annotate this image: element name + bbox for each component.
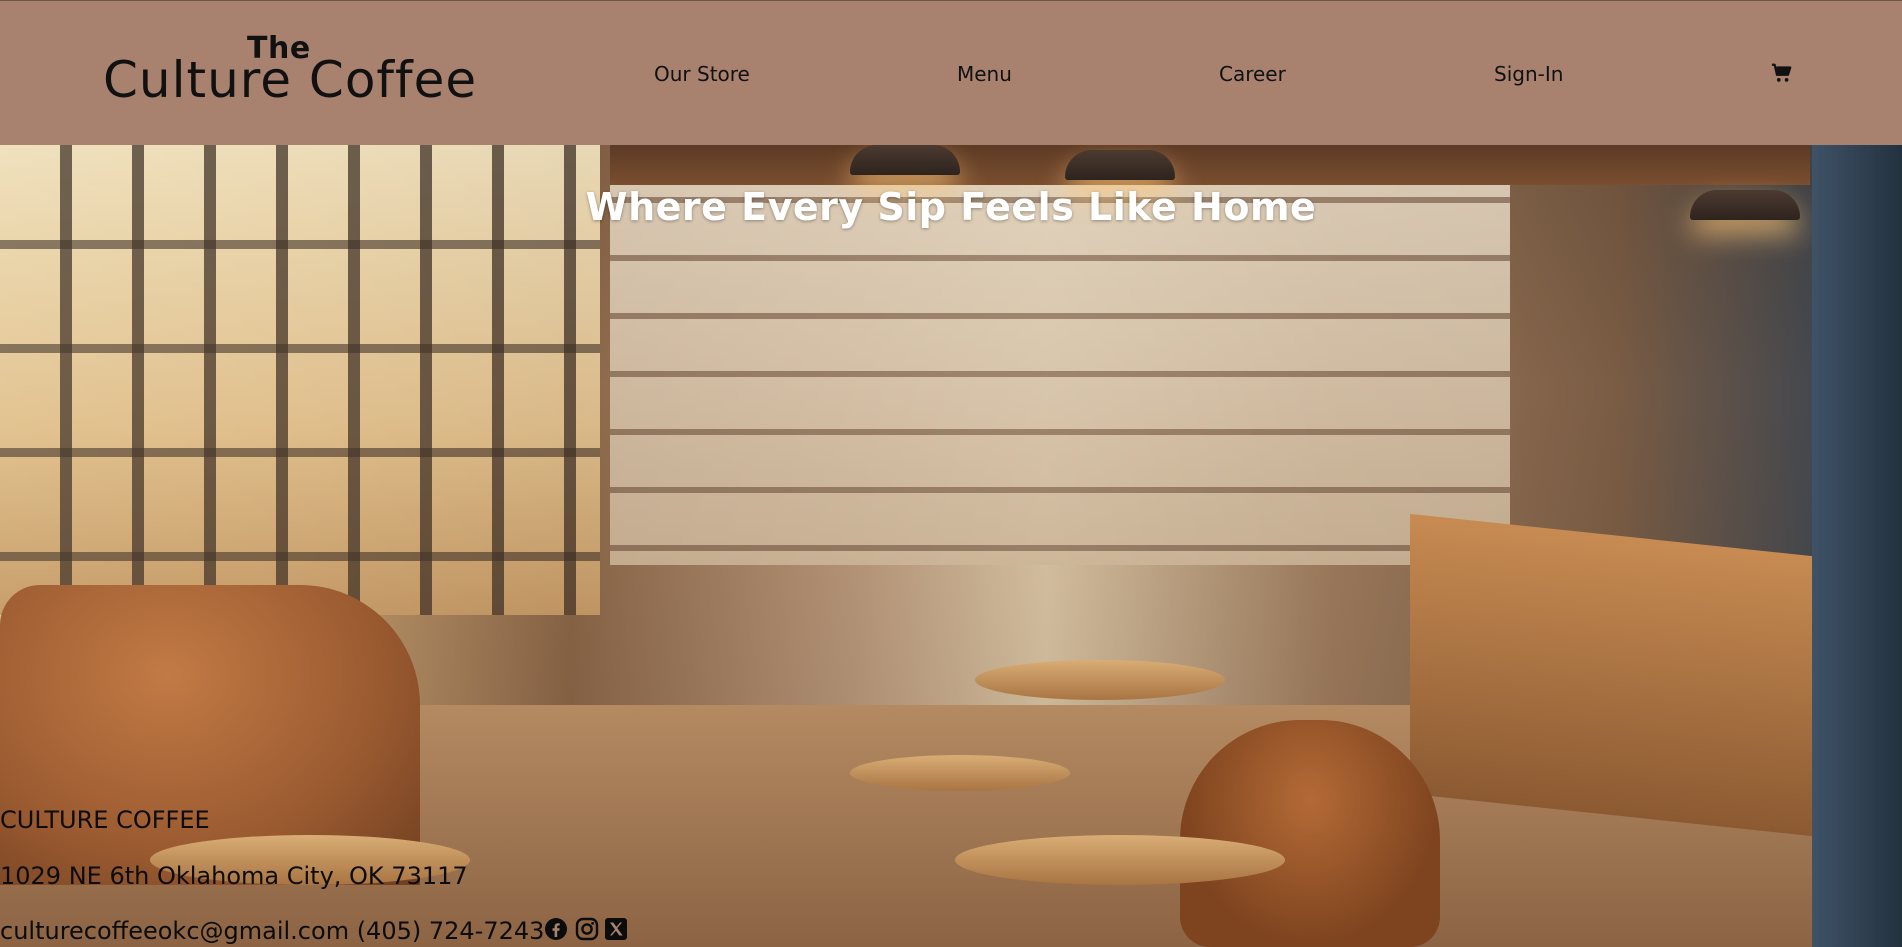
- cafe-ceiling: [610, 145, 1810, 185]
- cafe-table: [955, 835, 1285, 885]
- logo[interactable]: The Culture Coffee: [103, 29, 476, 109]
- nav-our-store[interactable]: Our Store: [654, 62, 750, 86]
- address: 1029 NE 6th Oklahoma City, OK 73117: [0, 862, 468, 890]
- nav-menu[interactable]: Menu: [957, 62, 1012, 86]
- pendant-lamp: [1065, 150, 1175, 180]
- cafe-armchair: [1180, 720, 1440, 947]
- facebook-icon[interactable]: [544, 917, 568, 941]
- site-header: The Culture Coffee Our Store Menu Career…: [0, 0, 1902, 146]
- cafe-counter: [1410, 513, 1812, 837]
- contact-info: culturecoffeeokc@gmail.com (405) 724-724…: [0, 917, 545, 945]
- hero-banner: Where Every Sip Feels Like Home: [0, 145, 1902, 947]
- nav-sign-in[interactable]: Sign-In: [1494, 62, 1563, 86]
- shopping-cart-icon[interactable]: [1771, 62, 1793, 84]
- x-icon[interactable]: [604, 917, 628, 941]
- cafe-pillar: [1812, 145, 1902, 947]
- cafe-table: [850, 755, 1070, 791]
- hero-headline: Where Every Sip Feels Like Home: [585, 185, 1317, 229]
- company-name: CULTURE COFFEE: [0, 806, 210, 834]
- pendant-lamp: [850, 145, 960, 175]
- cafe-table: [975, 660, 1225, 700]
- instagram-icon[interactable]: [575, 917, 599, 941]
- logo-name: Culture Coffee: [103, 51, 478, 109]
- nav-career[interactable]: Career: [1219, 62, 1286, 86]
